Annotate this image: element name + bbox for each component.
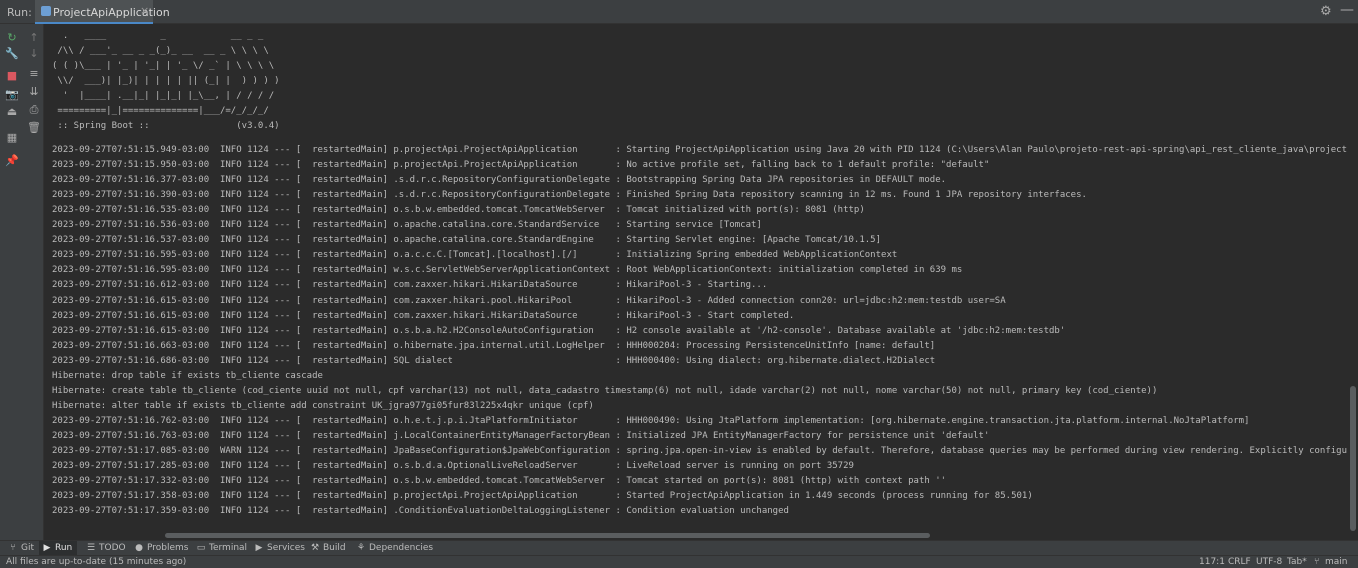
banner-line: ' |____| .__|_| |_|_| |_\__, | / / / / (52, 91, 275, 101)
tool-terminal[interactable]: ▭ Terminal (193, 541, 248, 556)
branch-icon: ⑂ (1314, 557, 1320, 567)
banner-line: :: Spring Boot :: (v3.0.4) (52, 121, 280, 131)
log-line: 2023-09-27T07:51:17.085-03:00 WARN 1124 … (52, 446, 1347, 456)
log-line: 2023-09-27T07:51:16.763-03:00 INFO 1124 … (52, 430, 990, 441)
log-line: 2023-09-27T07:51:16.686-03:00 INFO 1124 … (52, 355, 936, 366)
tool-dependencies[interactable]: ⚘ Dependencies (353, 541, 433, 556)
log-line: Hibernate: drop table if exists tb_clien… (52, 370, 323, 381)
gear-icon[interactable]: ⚙ (1320, 4, 1332, 19)
file-encoding[interactable]: UTF-8 (1256, 556, 1282, 568)
tab-project-api-application[interactable]: ProjectApiApplication × (35, 0, 170, 24)
tool-window-bar: ⑂ Git ▶ Run ☰ TODO ● Problems ▭ Terminal ▶ Services… (0, 540, 1358, 556)
log-line: 2023-09-27T07:51:16.595-03:00 INFO 1124 … (52, 250, 898, 261)
tool-problems[interactable]: ● Problems (131, 541, 189, 556)
scroll-to-end-icon[interactable]: ⇊ (26, 84, 42, 100)
tool-window-label: Git (21, 543, 35, 553)
log-line: 2023-09-27T07:51:15.950-03:00 INFO 1124 … (52, 160, 990, 171)
console-actions-toolbar: ↑ ↓ ≡ ⇊ ⎙ 🗑 (24, 24, 44, 540)
run-tool-header: Run: ProjectApiApplication × ⚙ — (0, 0, 1358, 24)
banner-line: =========|_|==============|___/=/_/_/_/ (52, 106, 269, 116)
build-icon: ⚒ (310, 543, 320, 553)
tool-services[interactable]: ▶ Services (251, 541, 305, 556)
log-line: 2023-09-27T07:51:15.949-03:00 INFO 1124 … (52, 145, 1347, 155)
log-line: 2023-09-27T07:51:16.663-03:00 INFO 1124 … (52, 340, 936, 351)
minimize-icon[interactable]: — (1340, 2, 1354, 18)
log-line: Hibernate: alter table if exists tb_clie… (52, 400, 594, 411)
wrench-icon[interactable]: 🔧 (4, 46, 20, 62)
banner-line: \\/ ___)| |_)| | | | | || (_| | ) ) ) ) (52, 76, 280, 86)
log-line: 2023-09-27T07:51:17.285-03:00 INFO 1124 … (52, 461, 854, 472)
up-arrow-icon[interactable]: ↑ (26, 30, 42, 46)
git-icon: ⑂ (10, 543, 16, 553)
trash-icon[interactable]: 🗑 (26, 120, 42, 136)
tool-window-label: Dependencies (369, 543, 434, 553)
log-line: 2023-09-27T07:51:17.359-03:00 INFO 1124 … (52, 506, 789, 517)
tool-git[interactable]: ⑂ Git (5, 541, 35, 556)
run-label: Run: (7, 6, 32, 19)
exit-icon[interactable]: ⏏ (4, 104, 20, 120)
log-line: 2023-09-27T07:51:17.332-03:00 INFO 1124 … (52, 476, 947, 487)
run-actions-toolbar: ↻ 🔧 ■ 📷 ⏏ ▦ 📌 (0, 24, 24, 540)
soft-wrap-icon[interactable]: ≡ (26, 66, 42, 82)
log-line: 2023-09-27T07:51:16.615-03:00 INFO 1124 … (52, 310, 795, 321)
tool-window-label: Run (55, 543, 73, 553)
camera-icon[interactable]: 📷 (4, 87, 20, 103)
log-line: 2023-09-27T07:51:16.535-03:00 INFO 1124 … (52, 205, 865, 216)
log-line: 2023-09-27T07:51:16.612-03:00 INFO 1124 … (52, 280, 768, 291)
log-line: 2023-09-27T07:51:16.595-03:00 INFO 1124 … (52, 265, 963, 276)
vertical-scrollbar[interactable] (1347, 24, 1358, 532)
services-icon: ▶ (255, 543, 263, 553)
banner-line: ( ( )\___ | '_ | '_| | '_ \/ _` | \ \ \ … (52, 61, 275, 71)
horizontal-scrollbar[interactable] (45, 532, 1347, 540)
banner-line: . ____ _ __ _ _ (52, 31, 264, 41)
rerun-icon[interactable]: ↻ (4, 30, 20, 46)
tool-build[interactable]: ⚒ Build (307, 541, 347, 556)
problems-icon: ● (135, 543, 143, 553)
tool-run[interactable]: ▶ Run (39, 541, 77, 556)
tool-window-label: Problems (147, 543, 189, 553)
dependencies-icon: ⚘ (356, 543, 366, 553)
print-icon[interactable]: ⎙ (26, 102, 42, 118)
tool-window-label: TODO (99, 543, 126, 553)
console-output[interactable]: . ____ _ __ _ _ /\\ / ___'_ __ _ _(_)_ _… (45, 24, 1347, 532)
down-arrow-icon[interactable]: ↓ (26, 46, 42, 62)
status-bar: All files are up-to-date (15 minutes ago… (0, 555, 1358, 568)
log-line: 2023-09-27T07:51:16.537-03:00 INFO 1124 … (52, 235, 882, 246)
run-icon: ▶ (43, 543, 51, 553)
log-line: 2023-09-27T07:51:16.615-03:00 INFO 1124 … (52, 325, 1066, 336)
log-line: 2023-09-27T07:51:16.377-03:00 INFO 1124 … (52, 175, 947, 186)
caret-position[interactable]: 117:1 (1199, 556, 1225, 568)
log-line: Hibernate: create table tb_cliente (cod_… (52, 385, 1158, 396)
close-icon[interactable]: × (140, 4, 149, 17)
layout-icon[interactable]: ▦ (4, 130, 20, 146)
tool-todo[interactable]: ☰ TODO (83, 541, 126, 556)
tab-title: ProjectApiApplication (53, 6, 170, 19)
scroll-thumb[interactable] (1350, 386, 1356, 531)
application-icon (41, 6, 51, 16)
log-line: 2023-09-27T07:51:16.762-03:00 INFO 1124 … (52, 415, 1250, 426)
todo-icon: ☰ (86, 543, 96, 553)
banner-line: /\\ / ___'_ __ _ _(_)_ __ __ _ \ \ \ \ (52, 46, 269, 56)
tool-window-label: Build (323, 543, 346, 553)
scroll-thumb[interactable] (165, 533, 930, 538)
line-separator[interactable]: CRLF (1228, 556, 1251, 568)
tool-window-label: Terminal (209, 543, 248, 553)
stop-icon[interactable]: ■ (4, 68, 20, 84)
log-line: 2023-09-27T07:51:16.390-03:00 INFO 1124 … (52, 190, 1087, 201)
indent-setting[interactable]: Tab* (1287, 556, 1307, 568)
log-line: 2023-09-27T07:51:17.358-03:00 INFO 1124 … (52, 491, 1033, 502)
log-line: 2023-09-27T07:51:16.615-03:00 INFO 1124 … (52, 295, 1006, 306)
status-message[interactable]: All files are up-to-date (15 minutes ago… (6, 556, 186, 568)
log-line: 2023-09-27T07:51:16.536-03:00 INFO 1124 … (52, 220, 762, 231)
terminal-icon: ▭ (196, 543, 206, 553)
git-branch[interactable]: main (1325, 556, 1348, 568)
tool-window-label: Services (267, 543, 305, 553)
pin-icon[interactable]: 📌 (4, 153, 20, 169)
